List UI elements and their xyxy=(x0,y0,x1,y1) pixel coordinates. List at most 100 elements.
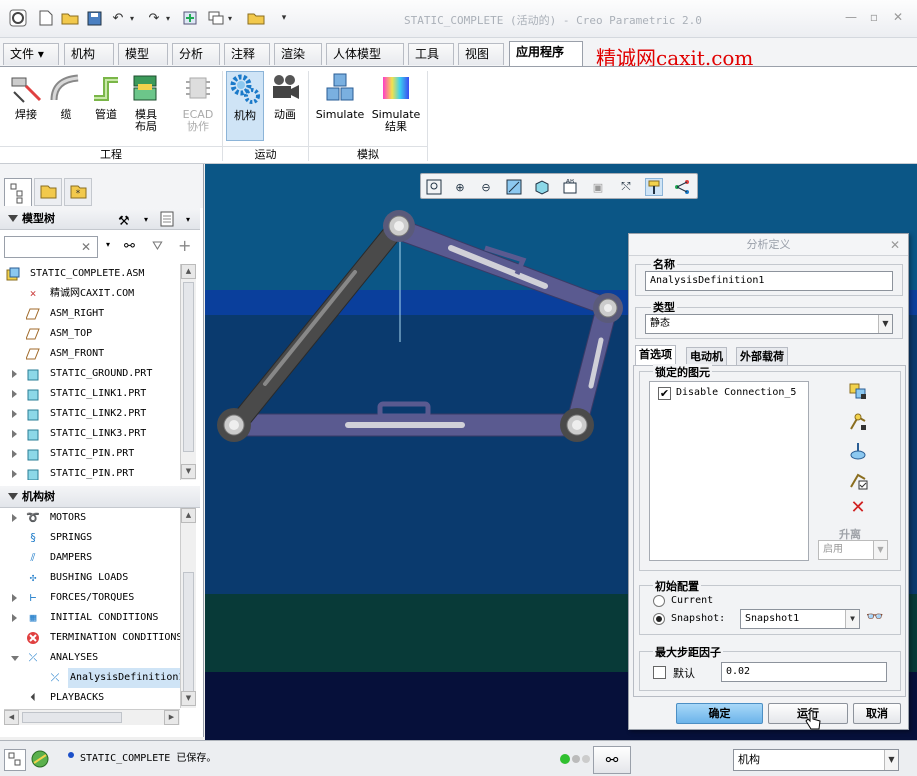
cabling-button[interactable]: 缆 xyxy=(48,71,84,121)
selection-filter-select[interactable]: 机构 ▼ xyxy=(733,749,899,771)
mech-row[interactable]: ⤫ ANALYSES xyxy=(0,648,180,668)
maximize-icon[interactable]: ▫ xyxy=(866,10,882,26)
search-dropdown-icon[interactable]: ▾ xyxy=(106,240,110,249)
scroll-right-icon[interactable]: ▶ xyxy=(164,710,179,725)
toggle-browser-icon[interactable] xyxy=(30,749,52,771)
mech-row[interactable]: TERMINATION CONDITIONS xyxy=(0,628,180,648)
cancel-button[interactable]: 取消 xyxy=(853,703,901,724)
scroll-down-icon[interactable]: ▼ xyxy=(181,464,196,479)
show-dropdown-icon[interactable]: ▾ xyxy=(186,209,190,231)
tab-mechanism[interactable]: 机构 xyxy=(64,43,114,65)
tree-row[interactable]: ASM_RIGHT xyxy=(0,304,180,324)
tree-row[interactable]: STATIC_COMPLETE.ASM xyxy=(0,264,180,284)
mech-row[interactable]: ⏴ PLAYBACKS xyxy=(0,688,180,708)
open-folder-icon[interactable] xyxy=(60,8,80,28)
scroll-down-icon[interactable]: ▼ xyxy=(181,691,196,706)
tab-applications[interactable]: 应用程序 xyxy=(509,41,583,66)
snapshot-select[interactable]: Snapshot1 ▼ xyxy=(740,609,860,629)
add-icon[interactable]: + xyxy=(178,236,191,255)
tree-row[interactable]: STATIC_LINK3.PRT xyxy=(0,424,180,444)
chevron-down-icon[interactable]: ▼ xyxy=(884,750,898,770)
tree-row[interactable]: STATIC_LINK2.PRT xyxy=(0,404,180,424)
tab-render[interactable]: 渲染 xyxy=(274,43,322,65)
locked-entities-list[interactable]: ✔ Disable Connection_5 xyxy=(649,381,809,561)
zoom-out-icon[interactable]: ⊖ xyxy=(477,178,495,196)
ecad-collab-button[interactable]: ECAD 协作 xyxy=(180,71,216,133)
tab-file[interactable]: 文件 ▾ xyxy=(3,43,59,65)
scroll-thumb[interactable] xyxy=(183,282,194,452)
chevron-down-icon[interactable]: ▼ xyxy=(878,315,892,333)
tab-manikin[interactable]: 人体模型 xyxy=(326,43,404,65)
close-window-icon[interactable] xyxy=(246,8,266,28)
clear-search-icon[interactable]: ✕ xyxy=(81,240,91,254)
tree-row[interactable]: STATIC_PIN.PRT xyxy=(0,444,180,464)
tree-row[interactable]: ASM_FRONT xyxy=(0,344,180,364)
lock-bodies-icon[interactable] xyxy=(847,380,869,402)
perspective-icon[interactable]: ▣ xyxy=(589,178,607,196)
tab-motors[interactable]: 电动机 xyxy=(686,347,727,365)
piping-button[interactable]: 管道 xyxy=(88,71,124,121)
mechanism-tree-scrollbar[interactable]: ▲ ▼ xyxy=(180,508,196,708)
name-input[interactable]: AnalysisDefinition1 xyxy=(645,271,893,291)
locked-entity-checkbox[interactable]: ✔ xyxy=(658,387,671,400)
chevron-down-icon[interactable]: ▼ xyxy=(845,610,859,628)
connect-icon[interactable] xyxy=(673,178,691,196)
tab-favorites-icon[interactable]: * xyxy=(64,178,92,206)
settings-dropdown-icon[interactable]: ▾ xyxy=(144,209,148,231)
mold-layout-button[interactable]: 模具 布局 xyxy=(128,71,164,133)
scroll-thumb[interactable] xyxy=(22,712,122,723)
mech-row[interactable]: ✣ BUSHING LOADS xyxy=(0,568,180,588)
mech-row[interactable]: ➰ MOTORS xyxy=(0,508,180,528)
repaint-icon[interactable] xyxy=(505,178,523,196)
tab-folder-browser-icon[interactable] xyxy=(34,178,62,206)
dialog-close-icon[interactable]: ✕ xyxy=(890,238,900,252)
model-tree-header[interactable]: 模型树 ⚒ ▾ ▾ xyxy=(0,208,200,230)
scroll-up-icon[interactable]: ▲ xyxy=(181,508,196,523)
mech-row[interactable]: ▦ INITIAL CONDITIONS xyxy=(0,608,180,628)
tree-row[interactable]: STATIC_PIN.PRT xyxy=(0,464,180,480)
mechanism-button[interactable]: 机构 xyxy=(226,71,264,141)
windows-dropdown-icon[interactable]: ▾ xyxy=(220,8,240,28)
customize-toolbar-icon[interactable]: ▾ xyxy=(274,8,294,28)
model-tree-scrollbar[interactable]: ▲ ▼ xyxy=(180,264,196,480)
enable-connection-icon[interactable] xyxy=(847,469,869,491)
delete-icon[interactable]: ✕ xyxy=(847,496,869,518)
lift-off-select[interactable]: 启用 ▼ xyxy=(818,540,888,560)
tree-search-input[interactable]: ✕ xyxy=(4,236,98,258)
redo-dropdown-icon[interactable]: ▾ xyxy=(158,8,178,28)
tree-row[interactable]: STATIC_LINK1.PRT xyxy=(0,384,180,404)
scroll-up-icon[interactable]: ▲ xyxy=(181,264,196,279)
weld-button[interactable]: 焊接 xyxy=(8,71,44,121)
snapshot-radio[interactable] xyxy=(653,613,665,625)
tree-row[interactable]: ASM_TOP xyxy=(0,324,180,344)
save-icon[interactable] xyxy=(84,8,104,28)
show-icon[interactable] xyxy=(160,211,174,235)
mech-row[interactable]: ⫽ DAMPERS xyxy=(0,548,180,568)
refit-icon[interactable] xyxy=(425,178,443,196)
close-icon[interactable]: ✕ xyxy=(890,10,906,26)
tree-row[interactable]: ⨯ 精诚网CAXIT.COM xyxy=(0,284,180,304)
find-binoculars-icon[interactable]: ⚯ xyxy=(593,746,631,774)
scroll-thumb[interactable] xyxy=(183,572,194,692)
filter-icon[interactable]: ⛛ xyxy=(152,239,163,254)
saved-views-icon[interactable]: AB xyxy=(561,178,579,196)
toggle-navigator-icon[interactable] xyxy=(4,749,26,771)
datum-display-icon[interactable]: ⤲ xyxy=(617,178,635,196)
new-file-icon[interactable] xyxy=(36,8,56,28)
settings-icon[interactable]: ⚒ xyxy=(118,211,130,233)
minimize-icon[interactable]: — xyxy=(843,10,859,26)
tab-external-loads[interactable]: 外部载荷 xyxy=(736,347,788,365)
current-radio[interactable] xyxy=(653,595,665,607)
default-checkbox[interactable] xyxy=(653,666,666,679)
tab-model-tree-icon[interactable] xyxy=(4,178,32,206)
find-binoculars-icon[interactable]: ⚯ xyxy=(124,239,135,254)
simulate-results-button[interactable]: Simulate 结果 xyxy=(369,71,423,133)
preview-glasses-icon[interactable]: 👓 xyxy=(866,609,883,625)
undo-dropdown-icon[interactable]: ▾ xyxy=(122,8,142,28)
max-step-input[interactable]: 0.02 xyxy=(721,662,887,682)
mechanism-tree-hscroll[interactable]: ◀ ▶ xyxy=(4,709,180,725)
mechanism-tree-header[interactable]: 机构树 xyxy=(0,486,200,508)
tab-view[interactable]: 视图 xyxy=(458,43,504,65)
drag-components-icon[interactable] xyxy=(645,178,663,196)
ok-button[interactable]: 确定 xyxy=(676,703,763,724)
